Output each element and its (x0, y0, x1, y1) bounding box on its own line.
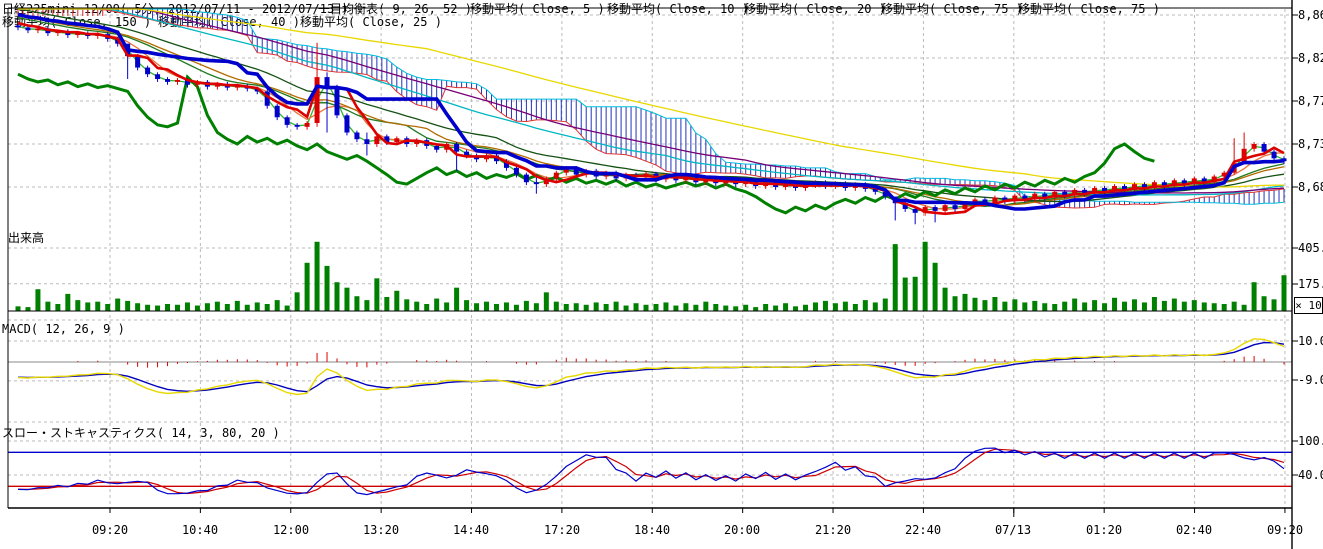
price-axis-tick-label: 8,77 (1298, 94, 1323, 108)
stoch-axis-tick-label: 100. (1298, 434, 1323, 448)
time-axis-label: 02:40 (1162, 523, 1226, 537)
macd-axis-tick-label: 10.0 (1298, 334, 1323, 348)
time-axis-label: 12:00 (259, 523, 323, 537)
trading-chart-window: 日経225mini 12/09( 5分, 2012/07/11 - 2012/0… (0, 0, 1323, 549)
volume-axis-tick-label: 175. (1298, 277, 1323, 291)
time-axis-label: 10:40 (168, 523, 232, 537)
time-axis-label: 18:40 (620, 523, 684, 537)
volume-axis-tick-label: 405. (1298, 241, 1323, 255)
price-axis-tick-label: 8,68 (1298, 180, 1323, 194)
price-axis-tick-label: 8,86 (1298, 8, 1323, 22)
time-axis-label: 09:20 (1253, 523, 1317, 537)
time-axis-label: 22:40 (891, 523, 955, 537)
time-axis-label: 17:20 (530, 523, 594, 537)
price-axis-tick-label: 8,73 (1298, 137, 1323, 151)
macd-axis-tick-label: -9.0 (1298, 373, 1323, 387)
chart-canvas[interactable] (0, 0, 1323, 549)
time-axis-label: 09:20 (78, 523, 142, 537)
time-axis-label: 20:00 (710, 523, 774, 537)
price-axis-tick-label: 8,82 (1298, 51, 1323, 65)
time-axis-label: 13:20 (349, 523, 413, 537)
time-axis-label: 21:20 (801, 523, 865, 537)
time-axis-label: 14:40 (439, 523, 503, 537)
volume-scale-box: × 10 (1294, 297, 1323, 314)
time-axis-label: 07/13 (981, 523, 1045, 537)
stoch-axis-tick-label: 40.0 (1298, 468, 1323, 482)
time-axis-label: 01:20 (1072, 523, 1136, 537)
